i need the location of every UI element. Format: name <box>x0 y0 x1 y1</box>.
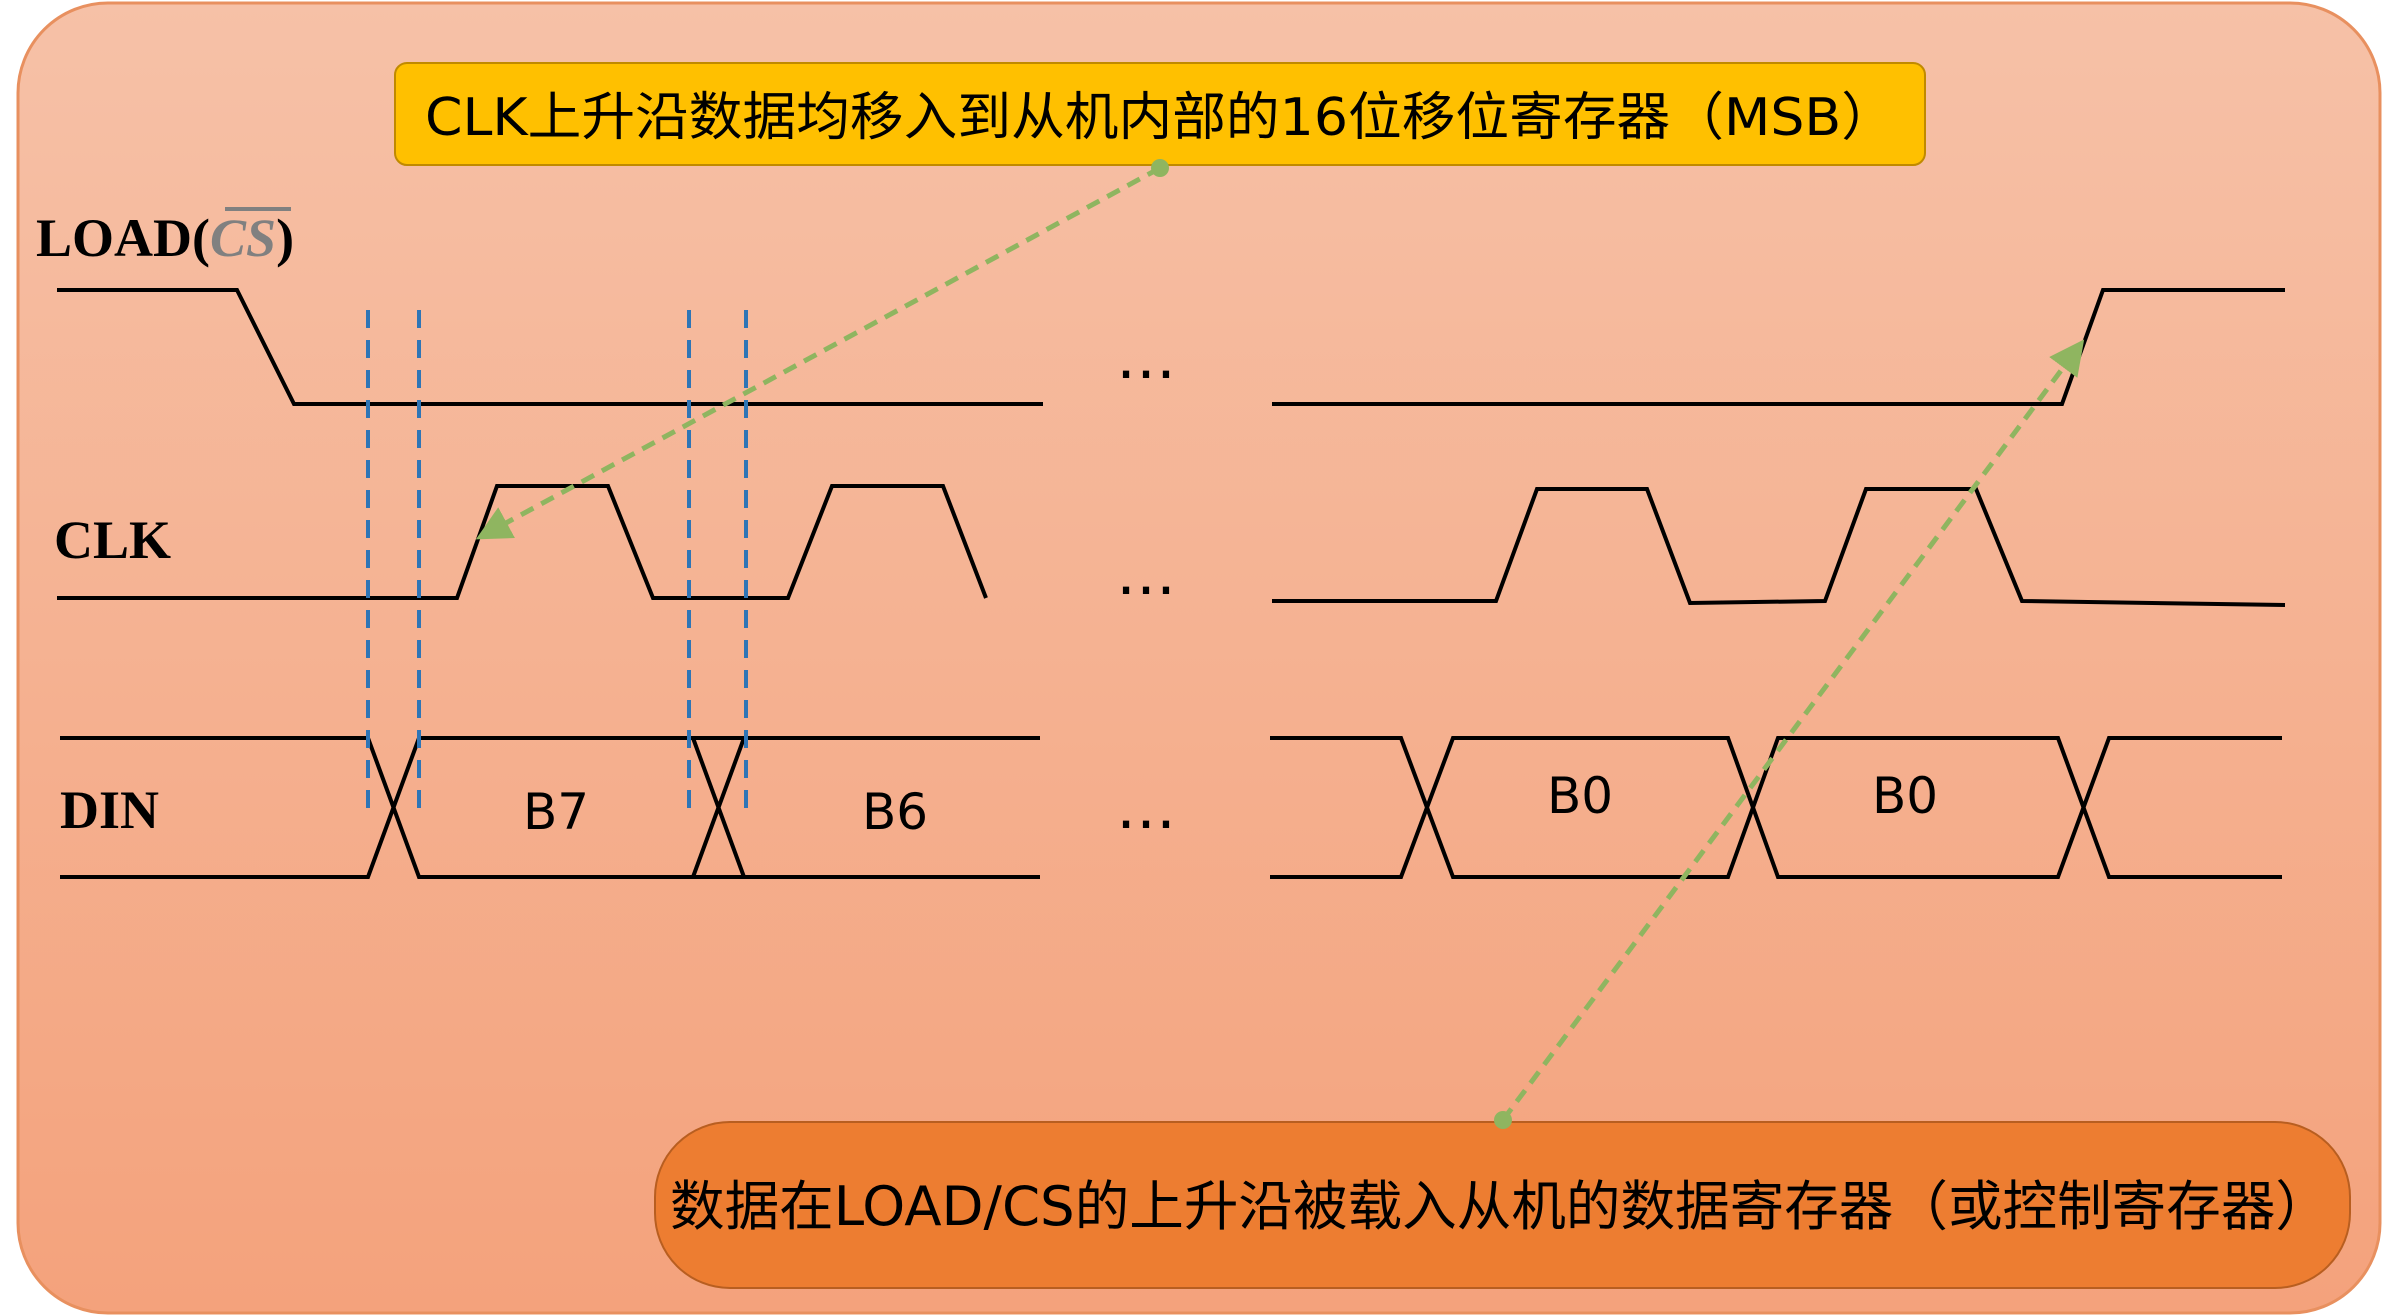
load-label: LOAD(CS) <box>36 208 294 268</box>
arrow-origin-top <box>1151 159 1169 177</box>
din-cell-b0-first: B0 <box>1547 767 1613 825</box>
clk-label: CLK <box>54 510 171 570</box>
din-cell-b6: B6 <box>862 783 928 841</box>
clk-ellipsis: … <box>1116 539 1176 609</box>
load-label-prefix: LOAD( <box>36 208 210 268</box>
din-cell-b0-second: B0 <box>1872 767 1938 825</box>
bottom-callout-text: 数据在LOAD/CS的上升沿被载入从机的数据寄存器（或控制寄存器） <box>670 1175 2330 1238</box>
din-cell-b7: B7 <box>523 783 589 841</box>
background-panel <box>16 1 2382 1315</box>
timing-diagram: CLK上升沿数据均移入到从机内部的16位移位寄存器（MSB） 数据在LOAD/C… <box>16 1 2382 1315</box>
arrow-origin-bottom <box>1494 1111 1512 1129</box>
top-callout-text: CLK上升沿数据均移入到从机内部的16位移位寄存器（MSB） <box>425 88 1895 148</box>
load-label-suffix: ) <box>276 208 294 268</box>
din-ellipsis: … <box>1116 773 1176 843</box>
load-ellipsis: … <box>1116 323 1176 393</box>
load-label-cs: CS <box>210 208 276 268</box>
din-label: DIN <box>60 780 159 840</box>
